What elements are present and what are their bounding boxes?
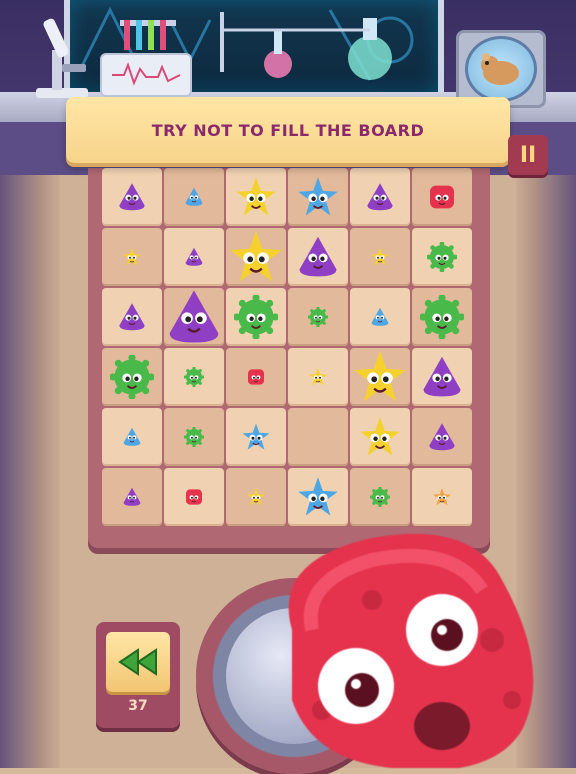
- green-germ-monster: [234, 295, 278, 339]
- purple-blob-monster: [165, 288, 223, 346]
- green-germ-monster: [370, 487, 390, 507]
- purple-blob-monster: [296, 235, 340, 279]
- blue-blob-monster: [122, 427, 142, 447]
- board-grid: [102, 168, 474, 532]
- board-tile[interactable]: [102, 288, 162, 346]
- board-tile[interactable]: [350, 468, 410, 526]
- green-germ-monster: [110, 355, 154, 399]
- board-tile[interactable]: [164, 168, 224, 226]
- yellow-star-monster: [227, 228, 285, 286]
- board-tile[interactable]: [102, 168, 162, 226]
- board-tile[interactable]: [288, 228, 348, 286]
- purple-blob-monster: [365, 182, 395, 212]
- pause-button[interactable]: II: [508, 135, 548, 175]
- yellow-star-monster: [358, 415, 402, 459]
- board-tile[interactable]: [288, 408, 348, 466]
- yellow-star-monster: [351, 348, 409, 406]
- green-germ-monster: [184, 367, 204, 387]
- instruction-text: TRY NOT TO FILL THE BOARD: [151, 120, 425, 140]
- board-tile[interactable]: [226, 168, 286, 226]
- board-tile[interactable]: [226, 228, 286, 286]
- purple-blob-monster: [122, 487, 142, 507]
- pause-icon: II: [519, 142, 537, 168]
- purple-blob-monster: [427, 422, 457, 452]
- blue-star-monster: [296, 175, 340, 219]
- board-tile[interactable]: [350, 288, 410, 346]
- board-tile[interactable]: [164, 348, 224, 406]
- board-tile[interactable]: [164, 468, 224, 526]
- green-germ-monster: [427, 242, 457, 272]
- blue-star-monster: [241, 422, 271, 452]
- green-germ-monster: [420, 295, 464, 339]
- board-tile[interactable]: [226, 468, 286, 526]
- rewind-powerup[interactable]: 37: [96, 622, 180, 728]
- board-tile[interactable]: [412, 348, 472, 406]
- rewind-button[interactable]: [106, 632, 170, 692]
- red-square-monster: [427, 182, 457, 212]
- board-tile[interactable]: [412, 288, 472, 346]
- hamster-wheel-icon: [465, 36, 537, 102]
- board-tile[interactable]: [102, 468, 162, 526]
- purple-blob-monster: [420, 355, 464, 399]
- board-tile[interactable]: [288, 288, 348, 346]
- board-tile[interactable]: [102, 228, 162, 286]
- purple-blob-monster: [117, 182, 147, 212]
- board-tile[interactable]: [412, 408, 472, 466]
- board-tile[interactable]: [164, 288, 224, 346]
- blue-blob-monster: [184, 187, 204, 207]
- board-tile[interactable]: [412, 168, 472, 226]
- current-piece-red-monster[interactable]: [252, 520, 548, 768]
- yellow-star-monster: [234, 175, 278, 219]
- green-germ-monster: [184, 427, 204, 447]
- board-tile[interactable]: [226, 288, 286, 346]
- purple-blob-monster: [184, 247, 204, 267]
- board-tile[interactable]: [350, 168, 410, 226]
- board-tile[interactable]: [288, 348, 348, 406]
- board-tile[interactable]: [164, 408, 224, 466]
- lab-monitor: [100, 53, 192, 97]
- green-germ-monster: [308, 307, 328, 327]
- board-tile[interactable]: [350, 228, 410, 286]
- blue-star-monster: [296, 475, 340, 519]
- board-tile[interactable]: [102, 348, 162, 406]
- yellow-star-monster: [370, 247, 390, 267]
- blue-blob-monster: [370, 307, 390, 327]
- yellow-star-monster: [246, 487, 266, 507]
- yellow-star-monster: [122, 247, 142, 267]
- rewind-count: 37: [128, 698, 148, 714]
- rewind-icon: [118, 648, 157, 676]
- board-tile[interactable]: [102, 408, 162, 466]
- instruction-banner: TRY NOT TO FILL THE BOARD: [66, 97, 510, 163]
- microscope-icon: [36, 18, 88, 98]
- orange-star-monster: [432, 487, 452, 507]
- purple-blob-monster: [117, 302, 147, 332]
- board-tile[interactable]: [350, 408, 410, 466]
- board-tile[interactable]: [412, 228, 472, 286]
- board-tile[interactable]: [164, 228, 224, 286]
- board-tile[interactable]: [226, 348, 286, 406]
- table-edge-left: [0, 175, 60, 768]
- board-tile[interactable]: [350, 348, 410, 406]
- board-tile[interactable]: [288, 468, 348, 526]
- yellow-star-monster: [308, 367, 328, 387]
- red-square-monster: [246, 367, 266, 387]
- board-tile[interactable]: [412, 468, 472, 526]
- red-square-monster: [184, 487, 204, 507]
- board-tile[interactable]: [288, 168, 348, 226]
- board-tile[interactable]: [226, 408, 286, 466]
